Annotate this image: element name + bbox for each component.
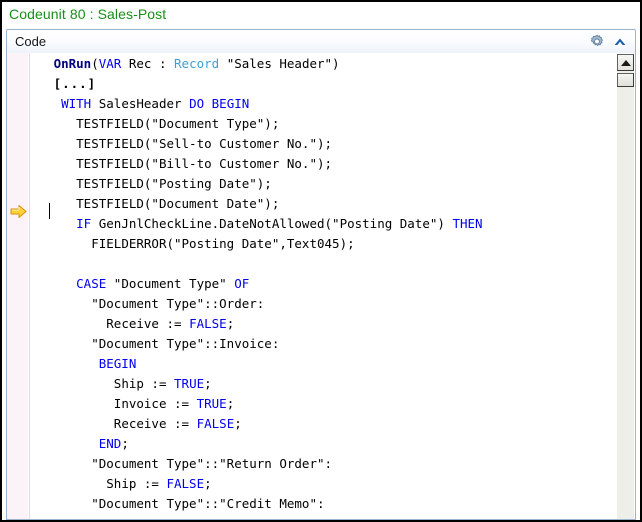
code-token: "Document Type"::"Credit Memo": <box>91 496 325 511</box>
code-line: "Document Type"::Order: <box>31 294 611 314</box>
yellow-right-arrow-icon <box>10 204 27 219</box>
code-token: "Document Type"::"Return Order": <box>91 456 333 471</box>
window-title-bar: Codeunit 80 : Sales-Post <box>2 2 640 26</box>
code-token: Ship := <box>106 476 167 491</box>
code-token: FIELDERROR("Posting Date",Text045); <box>91 236 355 251</box>
vertical-scroll-thumb[interactable] <box>617 73 634 87</box>
code-line: TESTFIELD("Sell-to Customer No."); <box>31 134 611 154</box>
code-line: TESTFIELD("Document Date"); <box>31 194 611 214</box>
code-token: ; <box>204 376 212 391</box>
code-line: "Document Type"::"Credit Memo": <box>31 494 611 514</box>
code-token: ; <box>204 476 212 491</box>
code-line: "Document Type"::Invoice: <box>31 334 611 354</box>
code-token: SalesHeader <box>91 96 190 111</box>
code-token: "Document Type" <box>106 276 235 291</box>
scroll-up-button[interactable] <box>617 54 634 71</box>
code-line: Ship := FALSE; <box>31 474 611 494</box>
code-token: ; <box>121 436 129 451</box>
code-token: WITH <box>61 96 92 111</box>
breakpoint-gutter[interactable] <box>7 53 29 519</box>
code-token: THEN <box>452 216 483 231</box>
code-token: BEGIN <box>98 356 137 371</box>
code-line: TESTFIELD("Posting Date"); <box>31 174 611 194</box>
code-token: OF <box>234 276 250 291</box>
code-group-header[interactable]: Code <box>6 29 636 54</box>
codeunit-editor-window: Codeunit 80 : Sales-Post Code OnRun(VAR … <box>0 0 642 522</box>
code-token: CASE <box>76 276 107 291</box>
code-token: FALSE <box>166 476 205 491</box>
vertical-scrollbar[interactable] <box>617 54 634 519</box>
code-token: Receive := <box>113 416 197 431</box>
code-token: FALSE <box>189 316 227 331</box>
code-line: [...] <box>31 74 611 94</box>
code-line: Receive := FALSE; <box>31 414 611 434</box>
code-token: GenJnlCheckLine.DateNotAllowed("Posting … <box>91 216 453 231</box>
code-line: WITH SalesHeader DO BEGIN <box>31 94 611 114</box>
code-token: END <box>98 436 122 451</box>
code-token: ; <box>234 416 242 431</box>
code-line: BEGIN <box>31 514 611 519</box>
code-line: TESTFIELD("Document Type"); <box>31 114 611 134</box>
code-line: CASE "Document Type" OF <box>31 274 611 294</box>
code-token: ; <box>226 396 235 411</box>
code-group-label: Code <box>15 34 47 49</box>
header-tools <box>589 34 635 50</box>
code-line: END; <box>31 434 611 454</box>
gutter-divider <box>29 53 30 519</box>
code-token: DO BEGIN <box>189 96 250 111</box>
code-line: FIELDERROR("Posting Date",Text045); <box>31 234 611 254</box>
code-line: "Document Type"::"Return Order": <box>31 454 611 474</box>
code-token: Invoice := <box>113 396 197 411</box>
code-token: TRUE <box>174 376 205 391</box>
code-token: BEGIN <box>99 516 137 519</box>
code-token: TESTFIELD("Document Type"); <box>76 116 280 131</box>
code-line: Ship := TRUE; <box>31 374 611 394</box>
code-line: TESTFIELD("Bill-to Customer No."); <box>31 154 611 174</box>
gear-icon[interactable] <box>589 34 605 50</box>
code-token: TESTFIELD("Posting Date"); <box>76 176 272 191</box>
code-token: TESTFIELD("Bill-to Customer No."); <box>76 156 333 171</box>
code-token: Ship := <box>113 376 175 391</box>
code-editor-pane[interactable]: OnRun(VAR Rec : Record "Sales Header") [… <box>6 53 636 520</box>
code-token: [...] <box>53 76 97 91</box>
code-token: TESTFIELD("Document Date"); <box>76 196 280 211</box>
code-line: BEGIN <box>31 354 611 374</box>
code-token: OnRun <box>53 56 92 71</box>
code-token: TRUE <box>196 396 227 411</box>
code-token: IF <box>76 216 92 231</box>
code-token: Record <box>174 56 220 71</box>
code-token: "Document Type"::Invoice: <box>91 336 280 351</box>
page-title: Codeunit 80 : Sales-Post <box>9 6 167 22</box>
code-token: TESTFIELD("Sell-to Customer No."); <box>76 136 333 151</box>
code-line: Receive := FALSE; <box>31 314 611 334</box>
code-token: "Document Type"::Order: <box>91 296 265 311</box>
code-token: Receive := <box>106 316 190 331</box>
chevron-up-icon[interactable] <box>613 36 627 48</box>
code-line: IF GenJnlCheckLine.DateNotAllowed("Posti… <box>31 214 611 234</box>
code-token: VAR <box>98 56 122 71</box>
scroll-up-arrow-icon <box>621 60 631 66</box>
source-code-text[interactable]: OnRun(VAR Rec : Record "Sales Header") [… <box>31 53 611 519</box>
code-token: ( <box>91 56 99 71</box>
code-line: OnRun(VAR Rec : Record "Sales Header") <box>31 54 611 74</box>
code-token: FALSE <box>196 416 235 431</box>
code-token: ; <box>226 316 235 331</box>
code-token: "Sales Header") <box>219 56 340 71</box>
vertical-scroll-track[interactable] <box>617 89 634 519</box>
code-token: Rec : <box>121 56 175 71</box>
code-line: Invoice := TRUE; <box>31 394 611 414</box>
